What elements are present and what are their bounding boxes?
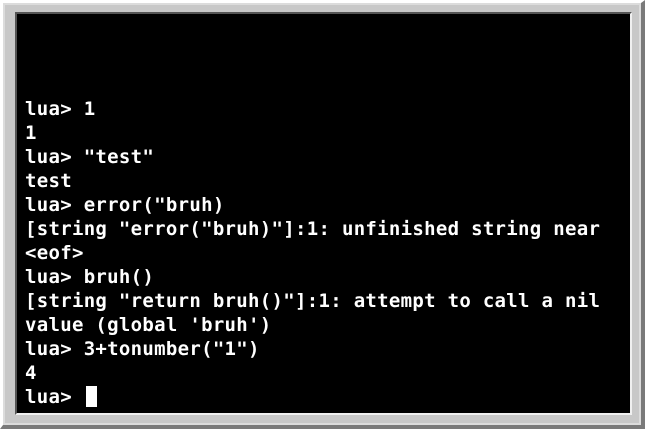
prompt-label: lua> — [25, 386, 84, 408]
window-frame: lua> 1 1 lua> "test" test lua> error("br… — [0, 0, 645, 429]
terminal-line: 4 — [25, 362, 37, 384]
terminal-line: lua> 3+tonumber("1") — [25, 338, 260, 360]
terminal-line: test — [25, 170, 72, 192]
terminal-line: <eof> — [25, 242, 84, 264]
terminal-screen[interactable]: lua> 1 1 lua> "test" test lua> error("br… — [15, 12, 632, 415]
terminal-line: 1 — [25, 122, 37, 144]
text-cursor — [85, 386, 97, 407]
terminal-line: [string "error("bruh)"]:1: unfinished st… — [25, 218, 601, 240]
terminal-line: lua> error("bruh) — [25, 194, 225, 216]
prompt-line[interactable]: lua> — [25, 385, 600, 409]
terminal-line: lua> 1 — [25, 98, 96, 120]
terminal-line: value (global 'bruh') — [25, 314, 272, 336]
terminal-output: lua> 1 1 lua> "test" test lua> error("br… — [25, 97, 600, 409]
terminal-line: lua> bruh() — [25, 266, 155, 288]
terminal-line: [string "return bruh()"]:1: attempt to c… — [25, 290, 601, 312]
terminal-line: lua> "test" — [25, 146, 155, 168]
